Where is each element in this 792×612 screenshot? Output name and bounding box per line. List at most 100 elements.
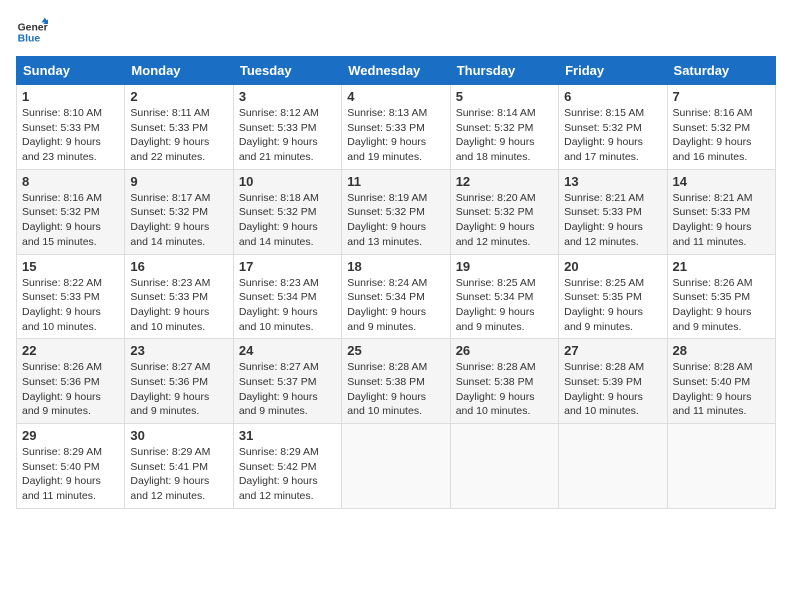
day-info: Sunrise: 8:16 AM Sunset: 5:32 PM Dayligh… xyxy=(22,191,119,250)
weekday-header: Saturday xyxy=(667,57,775,85)
day-info: Sunrise: 8:28 AM Sunset: 5:40 PM Dayligh… xyxy=(673,360,770,419)
calendar-week-row: 8 Sunrise: 8:16 AM Sunset: 5:32 PM Dayli… xyxy=(17,169,776,254)
calendar-cell: 24 Sunrise: 8:27 AM Sunset: 5:37 PM Dayl… xyxy=(233,339,341,424)
calendar-cell: 16 Sunrise: 8:23 AM Sunset: 5:33 PM Dayl… xyxy=(125,254,233,339)
calendar-cell: 8 Sunrise: 8:16 AM Sunset: 5:32 PM Dayli… xyxy=(17,169,125,254)
day-number: 4 xyxy=(347,89,444,104)
day-number: 28 xyxy=(673,343,770,358)
weekday-header: Friday xyxy=(559,57,667,85)
calendar-cell: 15 Sunrise: 8:22 AM Sunset: 5:33 PM Dayl… xyxy=(17,254,125,339)
calendar-cell: 3 Sunrise: 8:12 AM Sunset: 5:33 PM Dayli… xyxy=(233,85,341,170)
weekday-header: Tuesday xyxy=(233,57,341,85)
day-number: 16 xyxy=(130,259,227,274)
calendar-cell xyxy=(450,424,558,509)
day-number: 11 xyxy=(347,174,444,189)
day-number: 6 xyxy=(564,89,661,104)
calendar-week-row: 22 Sunrise: 8:26 AM Sunset: 5:36 PM Dayl… xyxy=(17,339,776,424)
calendar-cell: 29 Sunrise: 8:29 AM Sunset: 5:40 PM Dayl… xyxy=(17,424,125,509)
day-number: 2 xyxy=(130,89,227,104)
day-info: Sunrise: 8:17 AM Sunset: 5:32 PM Dayligh… xyxy=(130,191,227,250)
day-info: Sunrise: 8:16 AM Sunset: 5:32 PM Dayligh… xyxy=(673,106,770,165)
day-info: Sunrise: 8:21 AM Sunset: 5:33 PM Dayligh… xyxy=(673,191,770,250)
calendar-cell: 2 Sunrise: 8:11 AM Sunset: 5:33 PM Dayli… xyxy=(125,85,233,170)
calendar-cell: 23 Sunrise: 8:27 AM Sunset: 5:36 PM Dayl… xyxy=(125,339,233,424)
calendar-week-row: 1 Sunrise: 8:10 AM Sunset: 5:33 PM Dayli… xyxy=(17,85,776,170)
calendar-cell: 10 Sunrise: 8:18 AM Sunset: 5:32 PM Dayl… xyxy=(233,169,341,254)
day-info: Sunrise: 8:29 AM Sunset: 5:41 PM Dayligh… xyxy=(130,445,227,504)
calendar-cell: 20 Sunrise: 8:25 AM Sunset: 5:35 PM Dayl… xyxy=(559,254,667,339)
day-number: 31 xyxy=(239,428,336,443)
day-info: Sunrise: 8:23 AM Sunset: 5:34 PM Dayligh… xyxy=(239,276,336,335)
calendar-cell: 26 Sunrise: 8:28 AM Sunset: 5:38 PM Dayl… xyxy=(450,339,558,424)
logo: General Blue xyxy=(16,16,48,48)
calendar-cell: 31 Sunrise: 8:29 AM Sunset: 5:42 PM Dayl… xyxy=(233,424,341,509)
day-number: 25 xyxy=(347,343,444,358)
day-info: Sunrise: 8:20 AM Sunset: 5:32 PM Dayligh… xyxy=(456,191,553,250)
calendar-cell: 14 Sunrise: 8:21 AM Sunset: 5:33 PM Dayl… xyxy=(667,169,775,254)
calendar-cell: 11 Sunrise: 8:19 AM Sunset: 5:32 PM Dayl… xyxy=(342,169,450,254)
day-info: Sunrise: 8:23 AM Sunset: 5:33 PM Dayligh… xyxy=(130,276,227,335)
day-number: 22 xyxy=(22,343,119,358)
calendar-cell: 6 Sunrise: 8:15 AM Sunset: 5:32 PM Dayli… xyxy=(559,85,667,170)
weekday-header: Thursday xyxy=(450,57,558,85)
calendar-cell: 22 Sunrise: 8:26 AM Sunset: 5:36 PM Dayl… xyxy=(17,339,125,424)
day-number: 8 xyxy=(22,174,119,189)
weekday-header: Wednesday xyxy=(342,57,450,85)
calendar-cell: 12 Sunrise: 8:20 AM Sunset: 5:32 PM Dayl… xyxy=(450,169,558,254)
day-number: 23 xyxy=(130,343,227,358)
day-number: 20 xyxy=(564,259,661,274)
day-info: Sunrise: 8:28 AM Sunset: 5:38 PM Dayligh… xyxy=(347,360,444,419)
day-info: Sunrise: 8:21 AM Sunset: 5:33 PM Dayligh… xyxy=(564,191,661,250)
svg-text:Blue: Blue xyxy=(18,34,41,45)
calendar-table: SundayMondayTuesdayWednesdayThursdayFrid… xyxy=(16,56,776,509)
day-number: 21 xyxy=(673,259,770,274)
calendar-cell: 1 Sunrise: 8:10 AM Sunset: 5:33 PM Dayli… xyxy=(17,85,125,170)
day-number: 30 xyxy=(130,428,227,443)
svg-text:General: General xyxy=(18,22,48,33)
day-info: Sunrise: 8:28 AM Sunset: 5:39 PM Dayligh… xyxy=(564,360,661,419)
calendar-cell xyxy=(559,424,667,509)
calendar-week-row: 15 Sunrise: 8:22 AM Sunset: 5:33 PM Dayl… xyxy=(17,254,776,339)
day-number: 26 xyxy=(456,343,553,358)
day-info: Sunrise: 8:28 AM Sunset: 5:38 PM Dayligh… xyxy=(456,360,553,419)
day-info: Sunrise: 8:24 AM Sunset: 5:34 PM Dayligh… xyxy=(347,276,444,335)
day-number: 27 xyxy=(564,343,661,358)
day-number: 24 xyxy=(239,343,336,358)
weekday-header: Sunday xyxy=(17,57,125,85)
calendar-cell: 19 Sunrise: 8:25 AM Sunset: 5:34 PM Dayl… xyxy=(450,254,558,339)
day-number: 13 xyxy=(564,174,661,189)
day-number: 3 xyxy=(239,89,336,104)
day-number: 15 xyxy=(22,259,119,274)
day-info: Sunrise: 8:12 AM Sunset: 5:33 PM Dayligh… xyxy=(239,106,336,165)
calendar-cell: 17 Sunrise: 8:23 AM Sunset: 5:34 PM Dayl… xyxy=(233,254,341,339)
calendar-week-row: 29 Sunrise: 8:29 AM Sunset: 5:40 PM Dayl… xyxy=(17,424,776,509)
day-number: 17 xyxy=(239,259,336,274)
calendar-cell: 27 Sunrise: 8:28 AM Sunset: 5:39 PM Dayl… xyxy=(559,339,667,424)
day-number: 10 xyxy=(239,174,336,189)
calendar-cell xyxy=(342,424,450,509)
calendar-cell: 21 Sunrise: 8:26 AM Sunset: 5:35 PM Dayl… xyxy=(667,254,775,339)
calendar-cell: 7 Sunrise: 8:16 AM Sunset: 5:32 PM Dayli… xyxy=(667,85,775,170)
calendar-cell: 13 Sunrise: 8:21 AM Sunset: 5:33 PM Dayl… xyxy=(559,169,667,254)
day-info: Sunrise: 8:27 AM Sunset: 5:36 PM Dayligh… xyxy=(130,360,227,419)
day-info: Sunrise: 8:15 AM Sunset: 5:32 PM Dayligh… xyxy=(564,106,661,165)
day-number: 29 xyxy=(22,428,119,443)
day-info: Sunrise: 8:11 AM Sunset: 5:33 PM Dayligh… xyxy=(130,106,227,165)
day-info: Sunrise: 8:29 AM Sunset: 5:40 PM Dayligh… xyxy=(22,445,119,504)
day-number: 5 xyxy=(456,89,553,104)
day-info: Sunrise: 8:22 AM Sunset: 5:33 PM Dayligh… xyxy=(22,276,119,335)
weekday-header-row: SundayMondayTuesdayWednesdayThursdayFrid… xyxy=(17,57,776,85)
day-number: 18 xyxy=(347,259,444,274)
day-number: 12 xyxy=(456,174,553,189)
day-info: Sunrise: 8:14 AM Sunset: 5:32 PM Dayligh… xyxy=(456,106,553,165)
day-info: Sunrise: 8:25 AM Sunset: 5:34 PM Dayligh… xyxy=(456,276,553,335)
day-number: 1 xyxy=(22,89,119,104)
calendar-cell: 4 Sunrise: 8:13 AM Sunset: 5:33 PM Dayli… xyxy=(342,85,450,170)
calendar-cell: 30 Sunrise: 8:29 AM Sunset: 5:41 PM Dayl… xyxy=(125,424,233,509)
day-info: Sunrise: 8:29 AM Sunset: 5:42 PM Dayligh… xyxy=(239,445,336,504)
day-info: Sunrise: 8:27 AM Sunset: 5:37 PM Dayligh… xyxy=(239,360,336,419)
calendar-cell xyxy=(667,424,775,509)
day-number: 7 xyxy=(673,89,770,104)
calendar-cell: 18 Sunrise: 8:24 AM Sunset: 5:34 PM Dayl… xyxy=(342,254,450,339)
day-info: Sunrise: 8:26 AM Sunset: 5:35 PM Dayligh… xyxy=(673,276,770,335)
